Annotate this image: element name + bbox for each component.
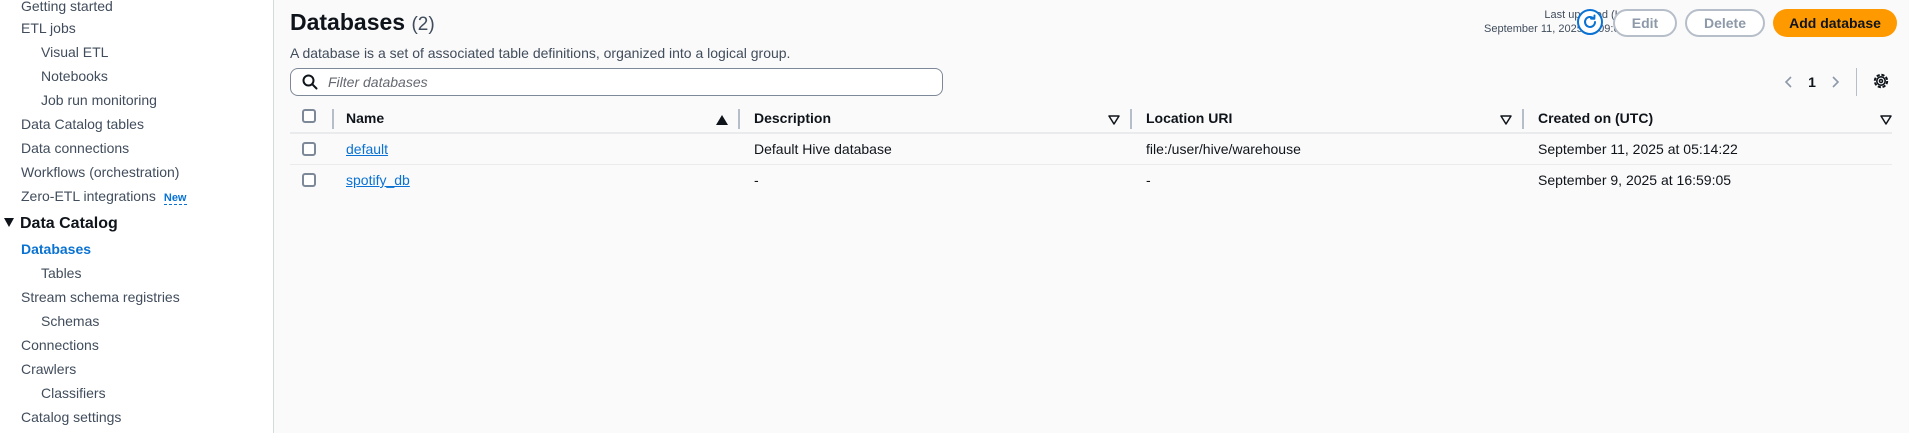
table-row: spotify_db - - September 9, 2025 at 16:5… [290,165,1892,195]
page-title-text: Databases [290,9,406,35]
add-database-button[interactable]: Add database [1773,9,1897,37]
sidebar-item-connections[interactable]: Connections [21,336,99,354]
column-divider [1522,109,1524,129]
sidebar-item-databases[interactable]: Databases [21,240,91,258]
column-divider [738,109,740,129]
sidebar-item-schemas[interactable]: Schemas [41,312,99,330]
column-divider [1130,109,1132,129]
sidebar-item-classifiers[interactable]: Classifiers [41,384,106,402]
column-divider [332,109,334,129]
description-cell: - [754,172,759,188]
description-cell: Default Hive database [754,141,892,157]
location-uri-cell: file:/user/hive/warehouse [1146,141,1301,157]
chevron-right-icon[interactable] [1827,74,1843,90]
page-description: A database is a set of associated table … [290,45,791,61]
location-uri-cell: - [1146,172,1151,188]
page-number[interactable]: 1 [1797,74,1827,90]
sort-icon[interactable] [1108,115,1120,125]
search-icon [302,74,318,90]
sidebar-item-visual-etl[interactable]: Visual ETL [41,43,108,61]
sidebar-item-label: Zero-ETL integrations [21,188,156,204]
delete-button[interactable]: Delete [1685,9,1765,37]
sort-icon[interactable] [1500,115,1512,125]
sidebar: Getting started ETL jobs Visual ETL Note… [0,0,274,433]
created-on-cell: September 11, 2025 at 05:14:22 [1538,141,1738,157]
search-input[interactable] [326,73,930,91]
new-badge: New [163,192,187,205]
sidebar-section-data-catalog[interactable]: Data Catalog [4,215,118,233]
column-header-created-on[interactable]: Created on (UTC) [1538,110,1653,126]
main-content: Databases (2) A database is a set of ass… [274,0,1909,433]
sidebar-section-label: Data Catalog [20,215,118,232]
sort-ascending-icon[interactable] [716,115,728,125]
database-name-link[interactable]: default [346,141,388,157]
edit-button[interactable]: Edit [1613,9,1677,37]
pagination: 1 [1781,70,1843,94]
sidebar-item-workflows[interactable]: Workflows (orchestration) [21,163,179,181]
settings-gear-icon[interactable] [1871,71,1891,91]
table-row: default Default Hive database file:/user… [290,134,1892,165]
refresh-button[interactable] [1577,9,1603,35]
sidebar-item-etl-jobs[interactable]: ETL jobs [21,19,76,37]
select-all-checkbox[interactable] [302,109,316,123]
sidebar-item-getting-started[interactable]: Getting started [21,0,113,15]
caret-down-icon [4,218,14,227]
row-checkbox[interactable] [302,142,316,156]
row-checkbox[interactable] [302,173,316,187]
sort-icon[interactable] [1880,115,1892,125]
sidebar-item-data-connections[interactable]: Data connections [21,139,129,157]
item-count: (2) [411,14,435,35]
column-header-description[interactable]: Description [754,110,831,126]
table-header: Name Description Location URI Created on… [290,106,1892,134]
sidebar-item-crawlers[interactable]: Crawlers [21,360,76,378]
databases-table: Name Description Location URI Created on… [290,106,1892,195]
sidebar-item-zero-etl[interactable]: Zero-ETL integrations New [21,187,187,207]
search-box [290,68,943,96]
column-header-name[interactable]: Name [346,110,384,126]
sidebar-item-data-catalog-tables[interactable]: Data Catalog tables [21,115,144,133]
page-title: Databases (2) [290,9,435,36]
refresh-icon [1584,14,1596,28]
sidebar-item-tables[interactable]: Tables [41,264,81,282]
sidebar-item-job-run-monitoring[interactable]: Job run monitoring [41,91,157,109]
database-name-link[interactable]: spotify_db [346,172,410,188]
sidebar-item-stream-schema-registries[interactable]: Stream schema registries [21,288,180,306]
sidebar-item-notebooks[interactable]: Notebooks [41,67,108,85]
column-header-location-uri[interactable]: Location URI [1146,110,1232,126]
divider [1856,68,1857,96]
created-on-cell: September 9, 2025 at 16:59:05 [1538,172,1732,188]
sidebar-item-catalog-settings[interactable]: Catalog settings [21,408,121,426]
chevron-left-icon[interactable] [1781,74,1797,90]
